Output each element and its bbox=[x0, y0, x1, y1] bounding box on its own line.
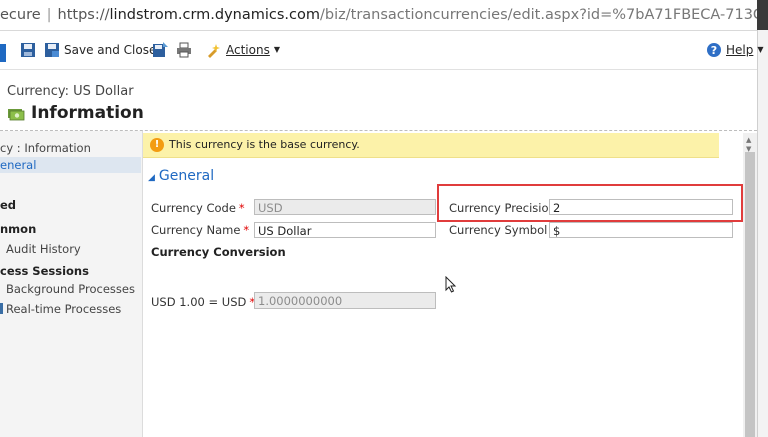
nav-group-common: nmon bbox=[0, 222, 37, 236]
app-accent-block bbox=[0, 44, 6, 62]
nav-item-realtime-processes[interactable]: Real-time Processes bbox=[0, 302, 121, 316]
nav-item-background-processes[interactable]: Background Processes bbox=[6, 282, 135, 296]
left-navigation: cy : Information eneral ed nmon Audit Hi… bbox=[0, 131, 143, 437]
exchange-rate-field[interactable]: 1.0000000000 bbox=[254, 292, 436, 309]
currency-code-field[interactable]: USD bbox=[254, 199, 436, 215]
exchange-rate-label-text: USD 1.00 = USD bbox=[151, 295, 247, 309]
actions-label: Actions bbox=[226, 43, 270, 57]
warning-icon: ! bbox=[150, 138, 164, 152]
save-icon bbox=[21, 43, 35, 57]
section-general[interactable]: ◢ General bbox=[148, 168, 214, 184]
save-button[interactable] bbox=[20, 40, 36, 60]
side-panel-edge bbox=[757, 30, 768, 437]
currency-symbol-field[interactable]: $ bbox=[549, 222, 733, 238]
nav-item-general-label: eneral bbox=[0, 158, 37, 172]
print-icon bbox=[177, 42, 191, 58]
scroll-up-icon[interactable]: ▲ bbox=[746, 136, 751, 144]
chevron-down-icon: ▼ bbox=[757, 45, 764, 54]
mouse-cursor-icon bbox=[445, 276, 457, 293]
currency-icon bbox=[8, 109, 25, 121]
help-label: Help bbox=[726, 43, 754, 57]
print-button[interactable] bbox=[176, 40, 192, 60]
nav-breadcrumb[interactable]: cy : Information bbox=[0, 141, 91, 155]
url-scheme: https:// bbox=[57, 7, 110, 23]
nav-group-related: ed bbox=[0, 198, 17, 212]
nav-item-audit-history[interactable]: Audit History bbox=[6, 242, 81, 256]
currency-conversion-heading: Currency Conversion bbox=[151, 245, 286, 259]
notification-bar: ! This currency is the base currency. bbox=[143, 133, 719, 158]
chevron-down-icon: ▼ bbox=[273, 45, 280, 54]
help-icon: ? bbox=[707, 43, 721, 57]
collapse-triangle-icon: ◢ bbox=[148, 173, 155, 183]
security-label: ecure bbox=[0, 7, 41, 23]
nav-group-process-sessions: cess Sessions bbox=[0, 264, 89, 278]
process-icon bbox=[0, 303, 3, 314]
currency-name-label-text: Currency Name bbox=[151, 223, 241, 237]
save-new-icon bbox=[153, 42, 168, 57]
actions-icon bbox=[208, 44, 220, 58]
save-and-new-button[interactable] bbox=[152, 40, 168, 60]
currency-name-field[interactable]: US Dollar bbox=[254, 222, 436, 238]
url-host: lindstrom.crm.dynamics.com bbox=[109, 7, 321, 23]
command-bar: Save and Close Actions ▼ ? Help ▼ bbox=[0, 31, 764, 70]
page-title: Information bbox=[7, 103, 144, 123]
currency-code-label: Currency Code * bbox=[151, 201, 245, 215]
section-general-title: General bbox=[158, 168, 215, 184]
url-path: /biz/transactioncurrencies/edit.aspx?id=… bbox=[320, 7, 757, 23]
nav-item-audit-history-label: Audit History bbox=[6, 242, 81, 256]
currency-symbol-label: Currency Symbol* bbox=[449, 223, 556, 237]
nav-item-general[interactable]: eneral bbox=[0, 157, 141, 173]
page-title-text: Information bbox=[31, 103, 144, 123]
required-marker: * bbox=[238, 201, 245, 215]
currency-symbol-label-text: Currency Symbol bbox=[449, 223, 548, 237]
save-and-close-label: Save and Close bbox=[64, 43, 157, 57]
save-and-close-button[interactable]: Save and Close bbox=[44, 40, 156, 60]
scrollbar-thumb[interactable] bbox=[745, 152, 755, 437]
svg-text:?: ? bbox=[711, 44, 717, 57]
save-close-icon bbox=[45, 43, 59, 57]
notification-text: This currency is the base currency. bbox=[169, 138, 360, 151]
highlight-box bbox=[437, 184, 743, 222]
address-separator: | bbox=[46, 7, 52, 23]
nav-item-background-processes-label: Background Processes bbox=[6, 282, 135, 296]
record-subtitle: Currency: US Dollar bbox=[7, 84, 134, 99]
help-menu-button[interactable]: ? Help ▼ bbox=[706, 40, 764, 60]
required-marker: * bbox=[243, 223, 250, 237]
currency-code-label-text: Currency Code bbox=[151, 201, 236, 215]
exchange-rate-label: USD 1.00 = USD * bbox=[151, 295, 255, 309]
currency-name-label: Currency Name * bbox=[151, 223, 249, 237]
address-bar[interactable]: ecure | https://lindstrom.crm.dynamics.com… bbox=[0, 0, 757, 31]
actions-menu-button[interactable]: Actions ▼ bbox=[206, 40, 280, 60]
nav-item-realtime-processes-label: Real-time Processes bbox=[6, 302, 122, 316]
